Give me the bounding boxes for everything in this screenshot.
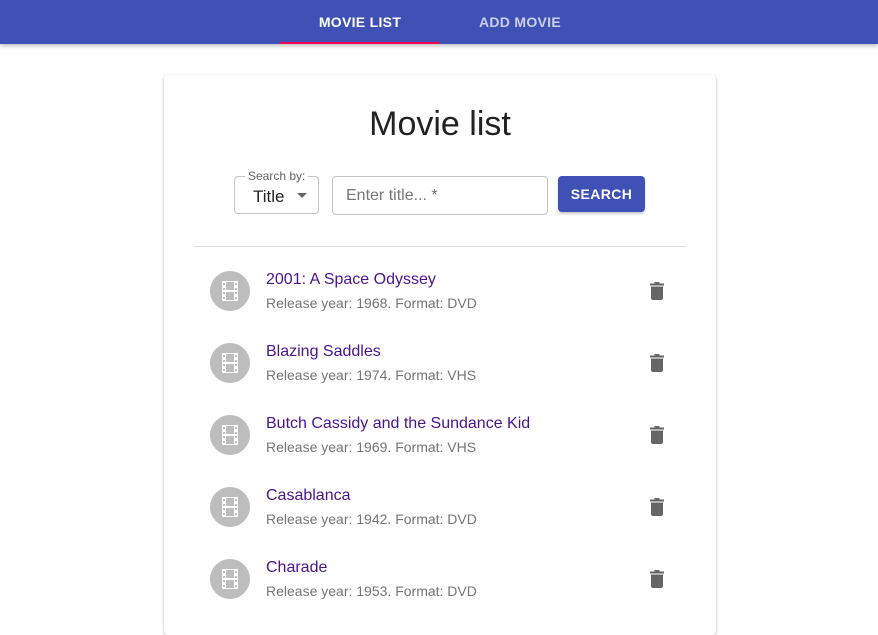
movie-list: 2001: A Space Odyssey Release year: 1968…: [194, 255, 686, 615]
movie-details: Release year: 1953. Format: DVD: [266, 583, 477, 599]
search-button[interactable]: SEARCH: [558, 176, 645, 212]
trash-icon: [650, 354, 664, 372]
movie-title-link[interactable]: Butch Cassidy and the Sundance Kid: [266, 415, 530, 433]
movie-details: Release year: 1968. Format: DVD: [266, 295, 477, 311]
avatar: [210, 343, 250, 383]
movie-details: Release year: 1974. Format: VHS: [266, 367, 477, 383]
movie-title-link[interactable]: Casablanca: [266, 487, 351, 505]
chevron-down-icon: [297, 193, 307, 198]
movie-details: Release year: 1942. Format: DVD: [266, 511, 477, 527]
movie-list-card: Movie list Search by: Title SEARCH: [164, 75, 716, 635]
divider: [194, 246, 686, 247]
delete-button[interactable]: [640, 418, 676, 454]
page-title: Movie list: [369, 105, 511, 143]
avatar: [210, 415, 250, 455]
avatar: [210, 559, 250, 599]
movie-title-link[interactable]: Charade: [266, 559, 327, 577]
active-tab-indicator: [280, 42, 440, 44]
tab-movie-list[interactable]: MOVIE LIST: [280, 0, 440, 44]
delete-button[interactable]: [640, 490, 676, 526]
list-item: Charade Release year: 1953. Format: DVD: [194, 543, 686, 615]
list-item: 2001: A Space Odyssey Release year: 1968…: [194, 255, 686, 327]
search-input[interactable]: [332, 176, 548, 215]
delete-button[interactable]: [640, 274, 676, 310]
movie-title-link[interactable]: 2001: A Space Odyssey: [266, 271, 436, 289]
search-by-value: Title: [253, 187, 285, 206]
avatar: [210, 487, 250, 527]
trash-icon: [650, 426, 664, 444]
app-bar: MOVIE LIST ADD MOVIE: [0, 0, 878, 44]
movie-title-link[interactable]: Blazing Saddles: [266, 343, 381, 361]
film-icon: [222, 425, 238, 445]
list-item: Butch Cassidy and the Sundance Kid Relea…: [194, 399, 686, 471]
tab-add-movie[interactable]: ADD MOVIE: [440, 0, 600, 44]
search-by-label: Search by:: [245, 169, 309, 183]
delete-button[interactable]: [640, 346, 676, 382]
avatar: [210, 271, 250, 311]
list-item: Casablanca Release year: 1942. Format: D…: [194, 471, 686, 543]
list-item: Blazing Saddles Release year: 1974. Form…: [194, 327, 686, 399]
film-icon: [222, 497, 238, 517]
film-icon: [222, 281, 238, 301]
search-by-select[interactable]: Search by: Title: [234, 169, 319, 214]
movie-details: Release year: 1969. Format: VHS: [266, 439, 477, 455]
trash-icon: [650, 282, 664, 300]
delete-button[interactable]: [640, 562, 676, 598]
film-icon: [222, 353, 238, 373]
trash-icon: [650, 570, 664, 588]
film-icon: [222, 569, 238, 589]
trash-icon: [650, 498, 664, 516]
